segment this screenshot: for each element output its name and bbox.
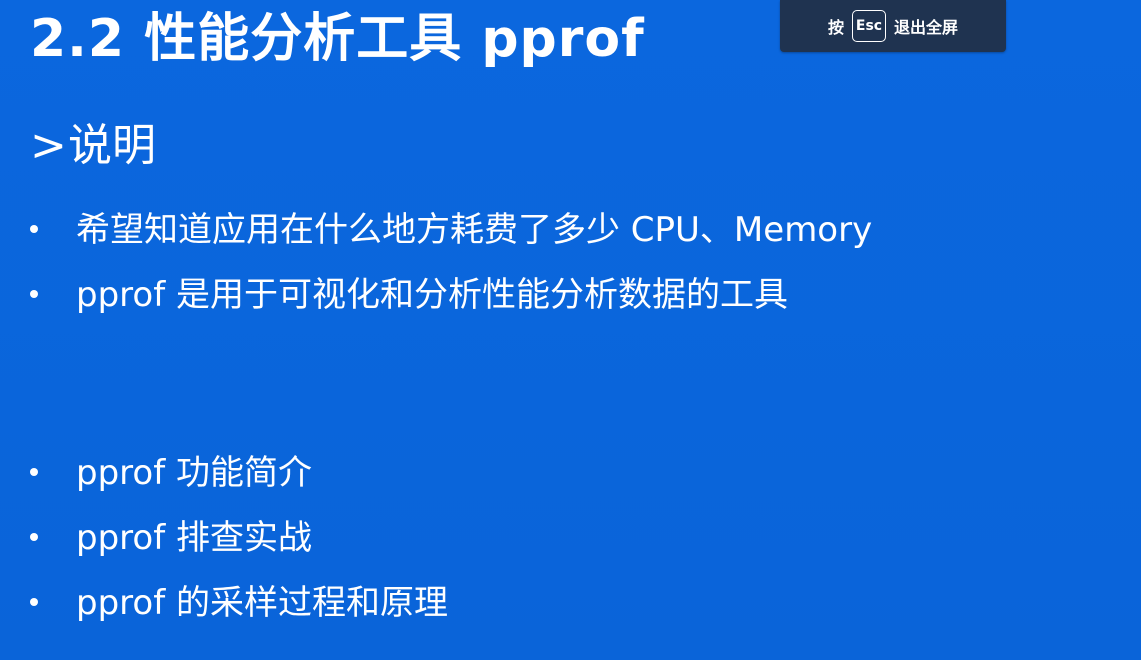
bullet-text: pprof 的采样过程和原理 <box>76 583 448 623</box>
bullet-text: pprof 功能简介 <box>76 453 312 493</box>
chevron-right-icon: > <box>30 120 67 171</box>
bullet-text: pprof 是用于可视化和分析性能分析数据的工具 <box>76 275 788 315</box>
banner-prefix: 按 <box>827 18 844 37</box>
section-heading-label: 说明 <box>68 120 156 171</box>
presentation-slide: 2.2 性能分析工具 pprof >说明 希望知道应用在什么地方耗费了多少 CP… <box>0 0 1141 660</box>
bullet-item: 希望知道应用在什么地方耗费了多少 CPU、Memory <box>30 208 872 252</box>
bullet-dot-icon <box>30 224 38 233</box>
exit-fullscreen-banner[interactable]: 按 Esc 退出全屏 <box>780 0 1006 52</box>
bullet-item: pprof 排查实战 <box>30 516 312 560</box>
banner-suffix: 退出全屏 <box>894 18 959 37</box>
bullet-item: pprof 是用于可视化和分析性能分析数据的工具 <box>30 273 788 317</box>
bullet-dot-icon <box>30 467 38 476</box>
bullet-text: 希望知道应用在什么地方耗费了多少 CPU、Memory <box>76 210 873 250</box>
esc-key-badge: Esc <box>852 10 886 42</box>
bullet-item: pprof 的采样过程和原理 <box>30 581 448 625</box>
bullet-text: pprof 排查实战 <box>76 518 312 558</box>
slide-title: 2.2 性能分析工具 pprof <box>30 9 645 69</box>
bullet-item: pprof 功能简介 <box>30 451 312 495</box>
bullet-dot-icon <box>30 532 38 541</box>
bullet-dot-icon <box>30 597 38 606</box>
bullet-dot-icon <box>30 289 38 298</box>
section-heading: >说明 <box>30 118 156 174</box>
